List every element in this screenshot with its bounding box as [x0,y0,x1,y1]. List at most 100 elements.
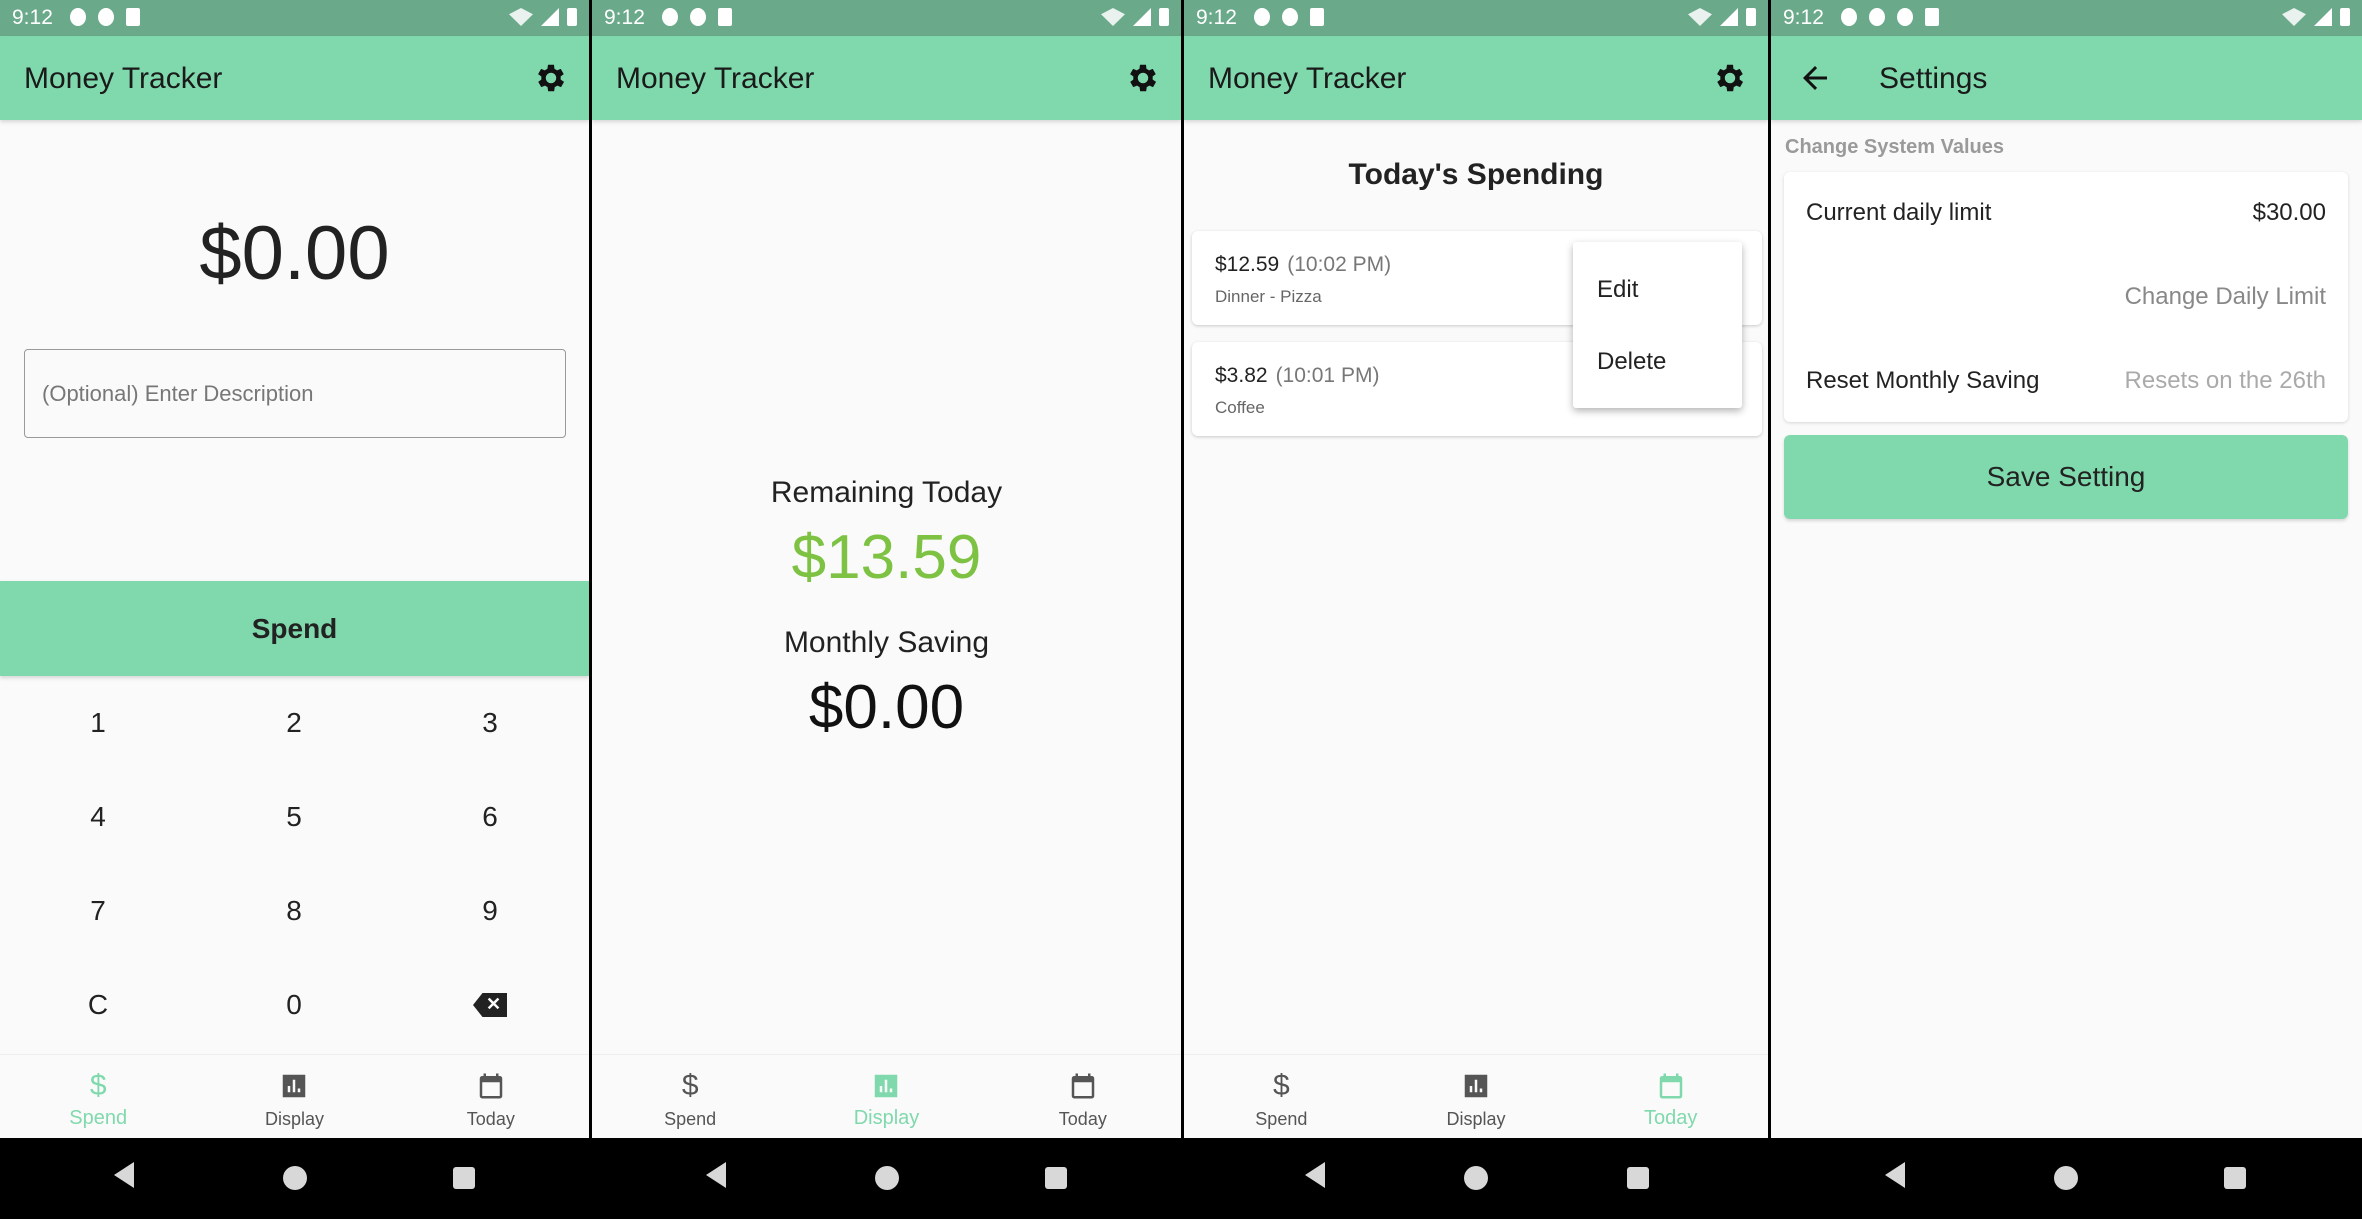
nav-recents-icon[interactable] [1045,1167,1067,1189]
back-arrow-icon[interactable] [1797,60,1833,96]
wifi-icon [2282,8,2306,26]
play-protect-icon [662,8,678,26]
menu-edit[interactable]: Edit [1597,276,1638,304]
entry-amount-line: $3.82 (10:01 PM) [1215,364,1379,388]
nav-recents-icon[interactable] [2224,1167,2246,1189]
key-9[interactable]: 9 [392,864,588,958]
today-screen: 9:12 Money Tracker Today's Spending $12.… [1184,0,1768,1219]
nav-recents-icon[interactable] [1627,1167,1649,1189]
entry-description: Dinner - Pizza [1215,287,1322,306]
settings-card: Current daily limit $30.00 Change Daily … [1784,172,2348,422]
calendar-icon [1066,1069,1100,1103]
nav-back-icon[interactable] [1885,1162,1905,1188]
reset-saving-label: Reset Monthly Saving [1806,367,2040,394]
nav-display-label: Display [1446,1109,1506,1129]
key-5[interactable]: 5 [196,770,392,864]
remaining-label: Remaining Today [770,476,1003,509]
settings-title: Settings [1879,62,1988,95]
entry-amount: $12.59 [1215,253,1280,276]
key-2[interactable]: 2 [196,676,392,770]
nav-display[interactable]: Display [1379,1055,1574,1138]
wifi-icon [509,8,533,26]
nav-home-icon[interactable] [283,1166,307,1190]
system-icons [1688,8,1756,26]
key-backspace[interactable] [392,958,588,1052]
signal-icon [541,8,559,26]
sd-card-icon [126,8,140,26]
nav-home-icon[interactable] [2054,1166,2078,1190]
key-clear[interactable]: C [0,958,196,1052]
nav-back-icon[interactable] [114,1162,134,1188]
sd-card-icon [718,8,732,26]
spend-button[interactable]: Spend [0,581,589,676]
nav-today[interactable]: Today [985,1055,1181,1138]
system-nav-bar [1771,1138,2362,1219]
play-protect-icon [70,8,86,26]
sd-card-icon [1925,8,1939,26]
wifi-icon [1101,8,1125,26]
system-nav-bar [592,1138,1181,1219]
keypad: 1 2 3 4 5 6 7 8 9 C 0 [0,676,589,1052]
key-0[interactable]: 0 [196,958,392,1052]
nav-display[interactable]: Display [788,1055,984,1138]
nav-today[interactable]: Today [1573,1055,1768,1138]
change-limit-row: Change Daily Limit [1806,283,2326,311]
app-bar: Settings [1771,36,2362,120]
nav-home-icon[interactable] [875,1166,899,1190]
save-setting-button[interactable]: Save Setting [1784,435,2348,519]
nav-display[interactable]: Display [196,1055,392,1138]
nav-today-label: Today [1058,1109,1107,1129]
key-6[interactable]: 6 [392,770,588,864]
nav-back-icon[interactable] [1305,1162,1325,1188]
entry-description: Coffee [1215,398,1265,417]
sync-icon [1282,8,1298,26]
settings-screen: 9:12 Settings Change System Values Curre… [1771,0,2362,1219]
play-protect-icon [1841,8,1857,26]
nav-spend[interactable]: $ Spend [1184,1055,1379,1138]
dollar-icon: $ [89,1069,107,1102]
description-input[interactable] [24,349,566,438]
notification-icons [70,8,140,26]
nav-spend[interactable]: $ Spend [0,1055,196,1138]
nav-spend-label: Spend [1255,1109,1308,1129]
system-nav-bar [1184,1138,1768,1219]
sync-icon [98,8,114,26]
cast-icon [1897,8,1913,26]
nav-spend[interactable]: $ Spend [592,1055,788,1138]
daily-limit-value: $30.00 [2252,199,2326,226]
settings-section-header: Change System Values [1785,136,2004,158]
bottom-nav: $ Spend Display Today [1184,1054,1768,1138]
key-4[interactable]: 4 [0,770,196,864]
battery-icon [567,8,577,26]
sync-icon [690,8,706,26]
key-7[interactable]: 7 [0,864,196,958]
nav-recents-icon[interactable] [453,1167,475,1189]
menu-delete[interactable]: Delete [1597,348,1666,376]
nav-back-icon[interactable] [706,1162,726,1188]
status-time: 9:12 [12,6,53,29]
context-menu: Edit Delete [1573,242,1742,408]
battery-icon [1746,8,1756,26]
spend-screen: 9:12 Money Tracker $0.00 Spend 1 2 3 4 5… [0,0,589,1219]
battery-icon [2340,8,2350,26]
gear-icon[interactable] [1712,60,1748,96]
system-nav-bar [0,1138,589,1219]
monthly-label: Monthly Saving [783,626,990,659]
nav-display-label: Display [853,1107,920,1129]
reset-saving-row[interactable]: Reset Monthly Saving Resets on the 26th [1806,367,2326,395]
nav-home-icon[interactable] [1464,1166,1488,1190]
change-daily-limit-button[interactable]: Change Daily Limit [2125,283,2326,311]
key-3[interactable]: 3 [392,676,588,770]
gear-icon[interactable] [533,60,569,96]
key-8[interactable]: 8 [196,864,392,958]
gear-icon[interactable] [1125,60,1161,96]
sd-card-icon [1310,8,1324,26]
wifi-icon [1688,8,1712,26]
entry-amount-line: $12.59 (10:02 PM) [1215,253,1391,277]
key-1[interactable]: 1 [0,676,196,770]
monthly-value: $0.00 [808,673,965,742]
nav-today[interactable]: Today [393,1055,589,1138]
bottom-nav: $ Spend Display Today [592,1054,1181,1138]
calendar-icon [474,1069,508,1103]
daily-limit-label: Current daily limit [1806,199,1992,226]
